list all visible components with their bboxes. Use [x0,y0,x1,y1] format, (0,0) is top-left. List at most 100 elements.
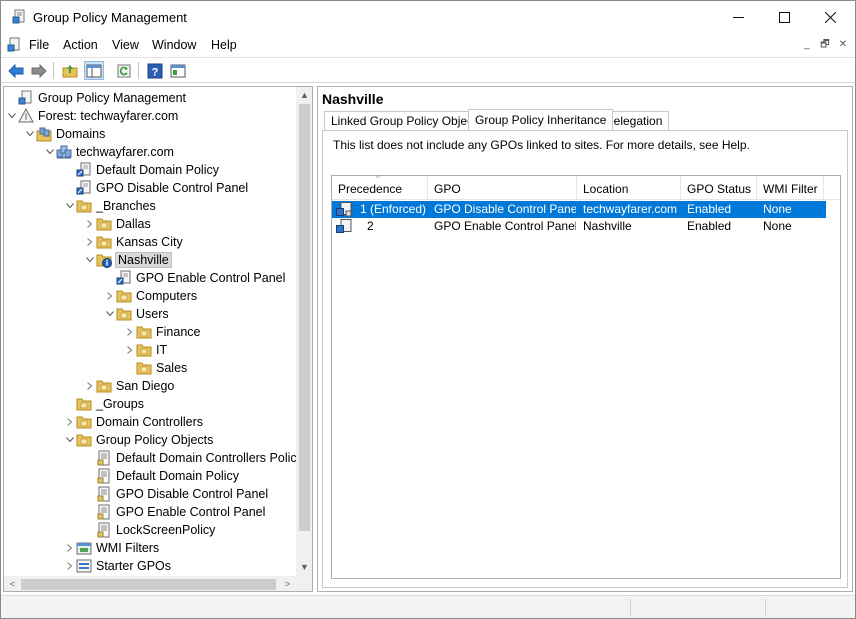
tree-item-label: _Groups [96,397,144,411]
help-button[interactable]: ? [145,61,165,80]
tree-item[interactable]: Finance [124,323,200,341]
chevron-down-icon[interactable] [64,431,76,449]
console-tree[interactable]: Group Policy Management Forest: techwayfa… [3,86,313,592]
inheritance-list[interactable]: ^ Precedence GPO Location GPO Status WMI… [331,174,841,579]
chevron-right-icon[interactable] [124,341,136,359]
tree-item[interactable]: _Groups [64,395,144,413]
chevron-down-icon[interactable] [84,251,96,269]
chevron-down-icon[interactable] [104,305,116,323]
tree-item[interactable]: IT [124,341,167,359]
tree-root[interactable]: Group Policy Management [6,89,186,107]
minimize-button[interactable] [715,1,761,34]
tree-item[interactable]: GPO Enable Control Panel [84,503,265,521]
forward-arrow-icon [31,63,47,78]
back-button[interactable] [6,61,26,80]
column-gpo-status[interactable]: GPO Status [681,176,757,200]
ou-folder-icon [96,378,112,394]
menu-action[interactable]: Action [63,38,98,52]
tree-horizontal-scrollbar[interactable]: < > [4,576,296,591]
chevron-down-icon[interactable] [44,143,56,161]
tree-item-label: Group Policy Objects [96,433,214,447]
cell-wmi: None [763,219,792,233]
tree-item[interactable]: Default Domain Policy [84,467,239,485]
chevron-right-icon[interactable] [84,233,96,251]
maximize-button[interactable] [761,1,807,34]
tab-gp-inheritance[interactable]: Group Policy Inheritance [468,109,614,130]
tree-item[interactable]: WMI Filters [64,539,159,557]
tree-item[interactable]: Dallas [84,215,151,233]
details-pane: Nashville Linked Group Policy Objects Gr… [317,86,853,592]
column-precedence[interactable]: ^ Precedence [332,174,428,200]
ou-folder-icon [76,396,92,412]
tree-item[interactable]: Sales [124,359,187,377]
console-document-icon[interactable] [7,37,23,53]
tree-item[interactable]: Kansas City [84,233,183,251]
tree-item[interactable]: LockScreenPolicy [84,521,215,539]
chevron-right-icon[interactable] [124,323,136,341]
gpo-icon [96,450,112,466]
up-one-level-button[interactable] [60,61,80,80]
window-title: Group Policy Management [33,10,187,25]
tree-item[interactable]: Users [104,305,169,323]
tree-vertical-scrollbar[interactable]: ▲ ▼ [296,87,312,576]
chevron-right-icon[interactable] [64,539,76,557]
tree-item-label: GPO Disable Control Panel [96,181,249,195]
tree-item[interactable]: GPO Disable Control Panel [64,179,248,197]
table-row[interactable]: 2 GPO Enable Control Panel Nashville Ena… [332,218,826,235]
chevron-right-icon[interactable] [104,287,116,305]
tree-forest[interactable]: Forest: techwayfarer.com [6,107,178,125]
close-button[interactable] [807,1,853,34]
domains-folder-icon [36,126,52,142]
show-hide-tree-button[interactable] [84,61,104,80]
tree-item[interactable]: Default Domain Controllers Policy [84,449,303,467]
tree-domains[interactable]: Domains [24,125,105,143]
tree-item[interactable]: Computers [104,287,197,305]
tree-domain[interactable]: techwayfarer.com [44,143,174,161]
mdi-minimize-button[interactable]: _ [798,37,816,53]
chevron-down-icon[interactable] [6,107,18,125]
scroll-up-arrow[interactable]: ▲ [296,87,312,104]
chevron-right-icon[interactable] [64,413,76,431]
refresh-button[interactable] [114,61,134,80]
tree-item-label: _Branches [96,199,156,213]
tree-item[interactable]: Nashville [84,251,172,269]
chevron-down-icon[interactable] [24,125,36,143]
scrollbar-corner [296,576,312,591]
mdi-close-button[interactable]: ✕ [834,37,852,53]
menu-view[interactable]: View [112,38,139,52]
chevron-right-icon[interactable] [84,377,96,395]
tree-item[interactable]: GPO Enable Control Panel [104,269,285,287]
tree-item[interactable]: Starter GPOs [64,557,171,575]
column-gpo[interactable]: GPO [428,176,577,200]
forward-button[interactable] [29,61,49,80]
scroll-right-arrow[interactable]: > [279,576,296,591]
tree-item[interactable]: San Diego [84,377,174,395]
table-row[interactable]: 1 (Enforced) GPO Disable Control Panel t… [332,201,826,218]
column-location[interactable]: Location [577,176,681,200]
properties-button[interactable] [168,61,188,80]
menu-help[interactable]: Help [211,38,237,52]
tree-item[interactable]: Group Policy Objects [64,431,213,449]
scroll-thumb-horizontal[interactable] [21,579,276,590]
scroll-left-arrow[interactable]: < [4,576,21,591]
tree-item-label: GPO Disable Control Panel [116,487,269,501]
chevron-down-icon[interactable] [64,197,76,215]
tree-item-label: Users [136,307,169,321]
menu-file[interactable]: File [29,38,49,52]
mdi-restore-button[interactable]: 🗗 [816,37,834,53]
tree-item[interactable]: Domain Controllers [64,413,203,431]
column-wmi-filter[interactable]: WMI Filter [757,176,824,200]
scroll-thumb[interactable] [299,104,310,531]
tree-item[interactable]: Default Domain Policy [64,161,219,179]
chevron-right-icon[interactable] [84,215,96,233]
chevron-right-icon[interactable] [64,557,76,575]
cell-wmi: None [763,202,792,216]
menu-window[interactable]: Window [152,38,196,52]
tab-linked-gpos[interactable]: Linked Group Policy Objects [324,111,490,130]
scroll-down-arrow[interactable]: ▼ [296,559,312,576]
tree-item[interactable]: _Branches [64,197,156,215]
tree-item[interactable]: GPO Disable Control Panel [84,485,268,503]
